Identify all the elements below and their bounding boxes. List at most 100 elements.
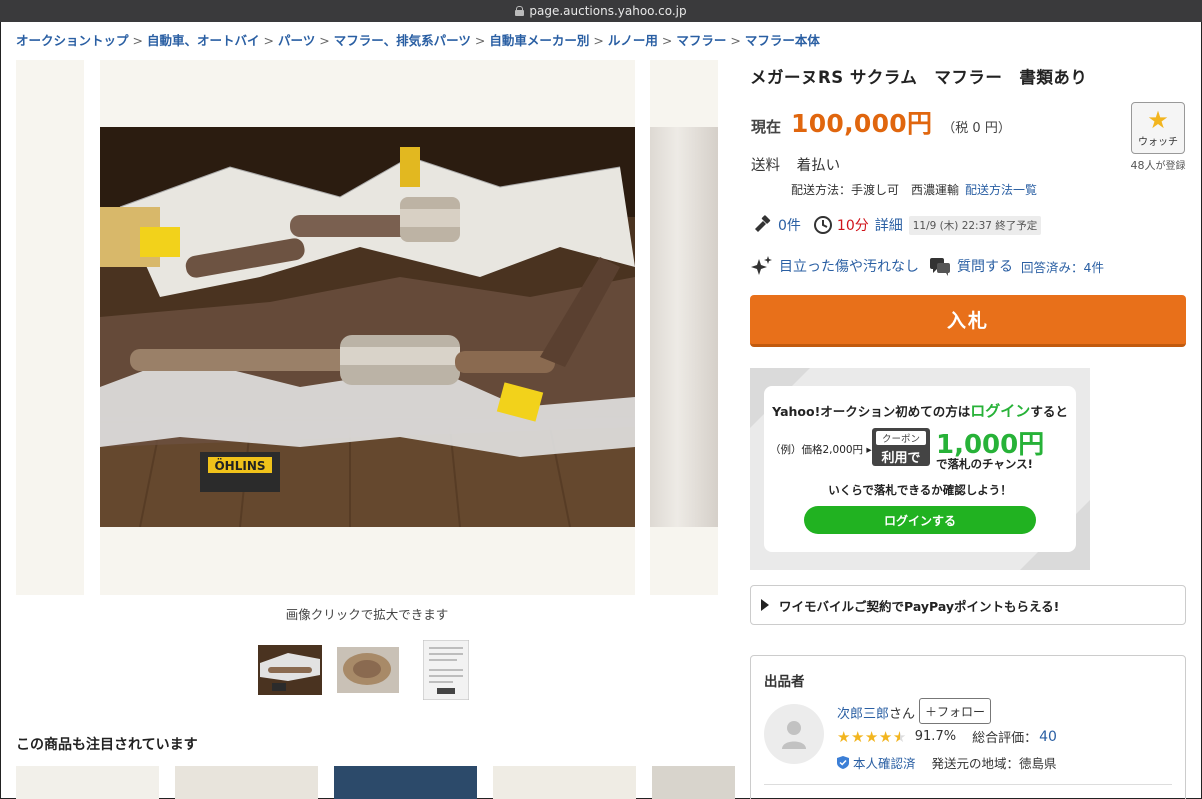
total-rating-value[interactable]: 40 [1039, 729, 1057, 745]
promo-line-pre: Yahoo!オークション初めての方は [772, 404, 971, 419]
bid-button[interactable]: 入札 [750, 295, 1186, 347]
condition-link[interactable]: 目立った傷や汚れなし [779, 256, 919, 276]
total-rating-label: 総合評価： [972, 731, 1038, 746]
star-icon: ★ [1147, 106, 1169, 134]
sparkle-icon [751, 256, 772, 275]
breadcrumb-separator: > [319, 33, 330, 48]
ohlins-box-label: ÖHLINS [214, 458, 265, 473]
shipping-methods-link[interactable]: 配送方法一覧 [965, 183, 1037, 197]
breadcrumb-separator: > [661, 33, 673, 48]
rating-star-icon: ★ [850, 727, 865, 746]
breadcrumb-link[interactable]: マフラー [676, 33, 726, 48]
promo-card: Yahoo!オークション初めての方はログインすると （例）価格2,000円 ▸ … [764, 386, 1076, 552]
rating-percent: 91.7% [914, 729, 957, 744]
follow-button[interactable]: ＋フォロー [919, 698, 991, 724]
recommend-item[interactable] [16, 766, 159, 799]
condition-qa-row: 目立った傷や汚れなし 質問する 回答済み：4件 [751, 255, 1104, 277]
promo-line-post: すると [1030, 404, 1068, 419]
clock-icon [813, 216, 832, 234]
current-price: 100,000円 [791, 109, 933, 138]
rating-stars: ★★★★★ [837, 728, 907, 746]
identity-verified[interactable]: 本人確認済 [853, 753, 916, 772]
seller-heading: 出品者 [764, 674, 805, 690]
browser-url-bar[interactable]: page.auctions.yahoo.co.jp [0, 0, 1202, 22]
shield-check-icon [837, 756, 849, 769]
price-tax: （税 0 円） [942, 121, 1011, 136]
rating-star-icon: ★ [892, 727, 907, 746]
breadcrumb-link[interactable]: パーツ [278, 33, 315, 48]
recommend-list [16, 766, 735, 799]
triangle-right-icon [761, 599, 769, 611]
seller-verify-row: 本人確認済 発送元の地域：徳島県 [837, 753, 1057, 772]
rating-star-icon: ★ [864, 727, 879, 746]
breadcrumb: オークショントップ > 自動車、オートバイ > パーツ > マフラー、排気系パーツ > 自動車メ… [16, 30, 820, 49]
auction-stats: 0件 10分 詳細 11/9 (木) 22:37 終了予定 [752, 215, 1042, 235]
chat-icon [930, 258, 950, 276]
seller-panel: 出品者 次郎三郎さん ＋フォロー ★★★★★ 91.7% 総合評価： 40 本人… [750, 655, 1186, 799]
lock-icon [515, 6, 525, 16]
watch-button[interactable]: ★ ウォッチ [1131, 102, 1185, 154]
login-promo-banner[interactable]: Yahoo!オークション初めての方はログインすると （例）価格2,000円 ▸ … [750, 368, 1090, 570]
shipping-region: 発送元の地域：徳島県 [931, 756, 1057, 771]
muffler-photo-image: ÖHLINS [100, 127, 635, 527]
watch-count-number: 48人 [1130, 159, 1156, 172]
breadcrumb-link[interactable]: 自動車、オートバイ [147, 33, 260, 48]
watch-count-suffix: が登録 [1155, 161, 1186, 172]
shipping-value: 着払い [796, 158, 841, 174]
coupon-top-label: クーポン [876, 431, 926, 445]
shipping-row: 送料 着払い [751, 154, 840, 175]
breadcrumb-link[interactable]: 自動車メーカー別 [489, 33, 589, 48]
bid-count[interactable]: 0件 [778, 215, 801, 235]
recommend-item[interactable] [334, 766, 477, 799]
item-title: メガーヌRS サクラム マフラー 書類あり [750, 68, 1088, 87]
ymobile-banner[interactable]: ワイモバイルご契約でPayPayポイントもらえる! [750, 585, 1186, 625]
next-photo-preview[interactable] [650, 127, 718, 527]
rating-star-icon: ★ [878, 727, 893, 746]
breadcrumb-link[interactable]: マフラー、排気系パーツ [334, 33, 471, 48]
time-detail-link[interactable]: 詳細 [875, 215, 903, 235]
breadcrumb-separator: > [593, 33, 604, 48]
seller-name: 次郎三郎さん [837, 703, 915, 722]
watch-label: ウォッチ [1138, 137, 1178, 148]
promo-example: （例）価格2,000円 ▸ [770, 444, 872, 456]
shipping-method-text: 配送方法：手渡し可 西濃運輸 [791, 183, 960, 197]
breadcrumb-separator: > [132, 33, 143, 48]
breadcrumb-separator: > [263, 33, 274, 48]
recommend-title: この商品も注目されています [16, 737, 198, 753]
thumbnail-2[interactable] [336, 640, 400, 700]
promo-headline: Yahoo!オークション初めての方はログインすると [764, 400, 1076, 421]
coupon-bottom-label: 利用で [881, 451, 921, 466]
login-button[interactable]: ログインする [804, 506, 1036, 534]
recommend-item[interactable] [175, 766, 318, 799]
coupon-subtext: で落札のチャンス! [936, 457, 1033, 471]
recommend-item[interactable] [493, 766, 636, 799]
seller-name-suffix: さん [889, 707, 916, 722]
thumbnail-1[interactable] [258, 640, 322, 700]
url-text: page.auctions.yahoo.co.jp [529, 4, 687, 18]
user-icon [782, 721, 806, 749]
breadcrumb-link[interactable]: ルノー用 [608, 33, 658, 48]
main-product-photo[interactable]: ÖHLINS [100, 127, 635, 527]
seller-rating: ★★★★★ 91.7% 総合評価： 40 [837, 727, 1057, 747]
thumbnail-strip [258, 640, 478, 700]
divider [764, 784, 1172, 785]
breadcrumb-link[interactable]: オークショントップ [16, 33, 129, 48]
shipping-method: 配送方法：手渡し可 西濃運輸 配送方法一覧 [791, 181, 1037, 198]
gallery-prev-panel[interactable] [16, 60, 84, 595]
breadcrumb-separator: > [474, 33, 486, 48]
shipping-label: 送料 [751, 158, 780, 174]
watch-count: 48人が登録 [1124, 157, 1192, 173]
question-link[interactable]: 質問する [957, 256, 1013, 276]
avatar[interactable] [764, 704, 824, 764]
rating-star-icon: ★ [837, 727, 851, 746]
coupon-badge: クーポン 利用で [872, 428, 930, 466]
thumbnail-3[interactable] [414, 640, 478, 700]
end-time: 11/9 (木) 22:37 終了予定 [908, 215, 1042, 235]
time-left: 10分 [836, 218, 869, 234]
breadcrumb-link[interactable]: マフラー本体 [745, 33, 820, 48]
seller-name-link[interactable]: 次郎三郎 [837, 707, 889, 722]
gallery-caption: 画像クリックで拡大できます [285, 607, 449, 622]
recommend-item[interactable] [652, 766, 735, 799]
breadcrumb-separator: > [730, 33, 741, 48]
answered-count[interactable]: 回答済み：4件 [1021, 257, 1104, 276]
